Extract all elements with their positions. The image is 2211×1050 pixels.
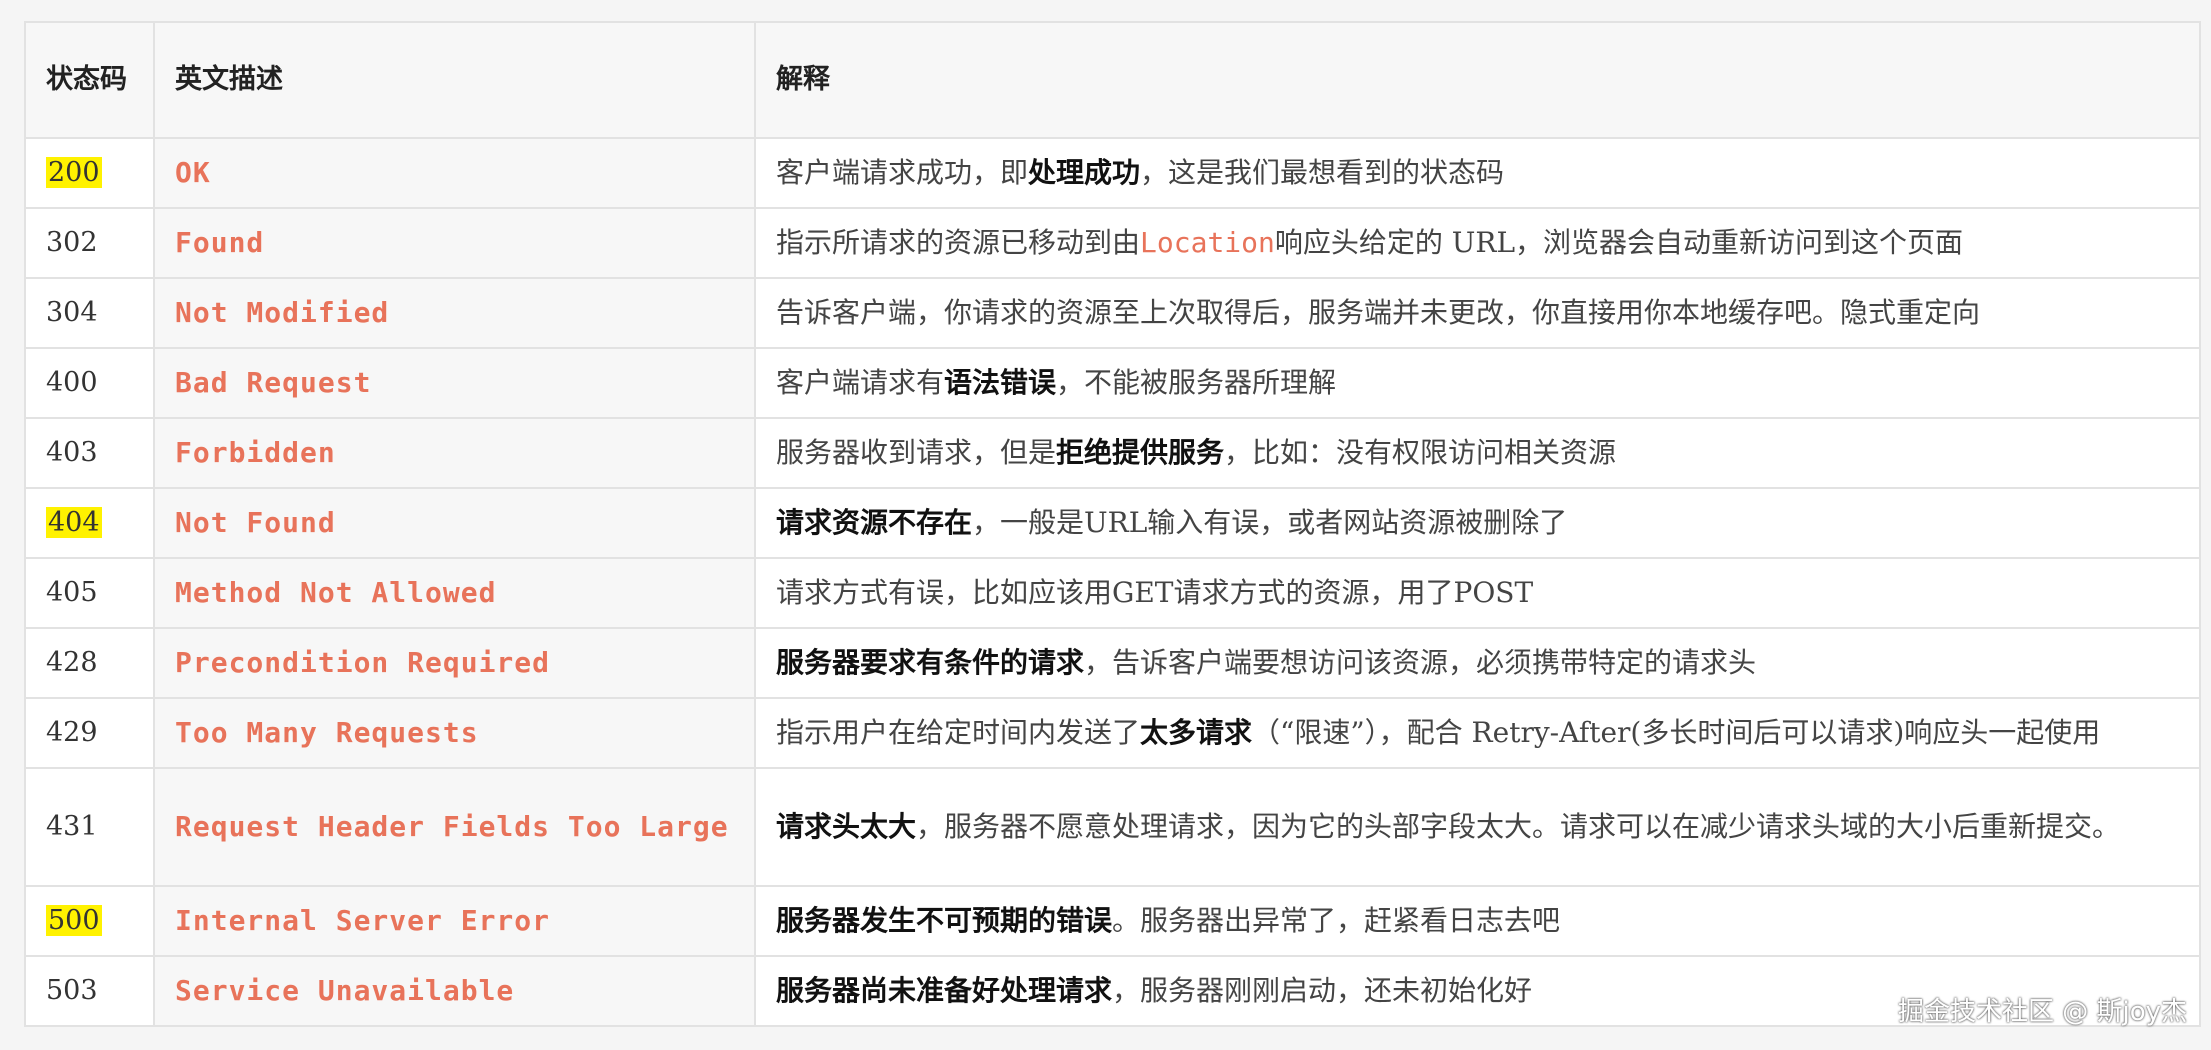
status-code-cell: 400 xyxy=(24,347,155,419)
english-description: Too Many Requests xyxy=(153,697,756,769)
table-row: 503 Service Unavailable 服务器尚未准备好处理请求，服务器刚刚… xyxy=(24,955,2201,1027)
table-row: 431 Request Header Fields Too Large 请求头太大，… xyxy=(24,767,2201,887)
table-row: 403 Forbidden 服务器收到请求，但是拒绝提供服务，比如：没有权限访问相关… xyxy=(24,417,2201,489)
explanation-emphasis: 处理成功 xyxy=(1028,155,1141,189)
explanation-emphasis: 服务器要求有条件的请求 xyxy=(776,645,1085,679)
status-code: 400 xyxy=(46,367,98,399)
status-code: 404 xyxy=(46,507,102,539)
explanation-cell: 客户端请求有语法错误，不能被服务器所理解 xyxy=(754,347,2201,419)
status-code: 428 xyxy=(46,647,98,679)
english-description: Request Header Fields Too Large xyxy=(153,767,756,887)
header-code: 状态码 xyxy=(24,21,155,139)
english-description: Method Not Allowed xyxy=(153,557,756,629)
explanation-cell: 服务器收到请求，但是拒绝提供服务，比如：没有权限访问相关资源 xyxy=(754,417,2201,489)
status-code: 429 xyxy=(46,717,98,749)
explanation-text: 客户端请求成功，即 xyxy=(776,155,1029,189)
explanation-text: 指示所请求的资源已移动到由 xyxy=(776,225,1141,259)
status-code-cell: 304 xyxy=(24,277,155,349)
explanation-text: 客户端请求有 xyxy=(776,365,945,399)
explanation-emphasis: 服务器发生不可预期的错误 xyxy=(776,903,1113,937)
status-code: 503 xyxy=(46,975,98,1007)
explanation-emphasis: 请求头太大 xyxy=(776,809,917,843)
table-header-row: 状态码 英文描述 解释 xyxy=(24,21,2201,139)
watermark: 掘金技术社区 @ 斯joy杰 xyxy=(1897,997,2187,1027)
table-row: 302 Found 指示所请求的资源已移动到由Location响应头给定的 URL，… xyxy=(24,207,2201,279)
table-row: 500 Internal Server Error 服务器发生不可预期的错误。服务器… xyxy=(24,885,2201,957)
explanation-cell: 请求方式有误，比如应该用GET请求方式的资源，用了POST xyxy=(754,557,2201,629)
explanation-code: Location xyxy=(1140,225,1275,259)
table-row: 404 Not Found 请求资源不存在，一般是URL输入有误，或者网站资源被删除… xyxy=(24,487,2201,559)
explanation-cell: 指示用户在给定时间内发送了太多请求（“限速”），配合 Retry-After(多… xyxy=(754,697,2201,769)
status-code-cell: 405 xyxy=(24,557,155,629)
explanation-cell: 告诉客户端，你请求的资源至上次取得后，服务端并未更改，你直接用你本地缓存吧。隐式… xyxy=(754,277,2201,349)
english-description: Forbidden xyxy=(153,417,756,489)
english-description: Precondition Required xyxy=(153,627,756,699)
explanation-text: ，比如：没有权限访问相关资源 xyxy=(1224,435,1617,469)
explanation-text: ，一般是URL输入有误，或者网站资源被删除了 xyxy=(972,505,1568,539)
english-description: Not Modified xyxy=(153,277,756,349)
explanation-text: 。服务器出异常了，赶紧看日志去吧 xyxy=(1112,903,1561,937)
explanation-emphasis: 服务器尚未准备好处理请求 xyxy=(776,973,1113,1007)
english-description: Internal Server Error xyxy=(153,885,756,957)
explanation-text: （“限速”），配合 Retry-After(多长时间后可以请求)响应头一起使用 xyxy=(1252,715,2101,749)
explanation-text: ，服务器不愿意处理请求，因为它的头部字段太大。请求可以在减少请求头域的大小后重新… xyxy=(916,809,2121,843)
table-row: 400 Bad Request 客户端请求有语法错误，不能被服务器所理解 xyxy=(24,347,2201,419)
english-description: Service Unavailable xyxy=(153,955,756,1027)
table-row: 405 Method Not Allowed 请求方式有误，比如应该用GET请求方式… xyxy=(24,557,2201,629)
status-code-cell: 431 xyxy=(24,767,155,887)
status-code-cell: 200 xyxy=(24,137,155,209)
explanation-cell: 客户端请求成功，即处理成功，这是我们最想看到的状态码 xyxy=(754,137,2201,209)
status-code-cell: 503 xyxy=(24,955,155,1027)
explanation-text: ，服务器刚刚启动，还未初始化好 xyxy=(1112,973,1533,1007)
table-row: 429 Too Many Requests 指示用户在给定时间内发送了太多请求（“限… xyxy=(24,697,2201,769)
explanation-text: 响应头给定的 URL，浏览器会自动重新访问到这个页面 xyxy=(1274,225,1964,259)
english-description: OK xyxy=(153,137,756,209)
explanation-text: 告诉客户端，你请求的资源至上次取得后，服务端并未更改，你直接用你本地缓存吧。隐式… xyxy=(776,295,1981,329)
table-row: 304 Not Modified 告诉客户端，你请求的资源至上次取得后，服务端并未更… xyxy=(24,277,2201,349)
explanation-emphasis: 请求资源不存在 xyxy=(776,505,973,539)
status-code: 302 xyxy=(46,227,98,259)
explanation-text: ，不能被服务器所理解 xyxy=(1056,365,1337,399)
status-code: 500 xyxy=(46,905,102,937)
status-code-cell: 403 xyxy=(24,417,155,489)
table-row: 428 Precondition Required 服务器要求有条件的请求，告诉客户… xyxy=(24,627,2201,699)
status-code-table: 状态码 英文描述 解释 200 OK 客户端请求成功，即处理成功，这是我们最想看到的… xyxy=(24,21,2201,1027)
explanation-emphasis: 太多请求 xyxy=(1140,715,1253,749)
status-code-cell: 302 xyxy=(24,207,155,279)
explanation-text: ，告诉客户端要想访问该资源，必须携带特定的请求头 xyxy=(1084,645,1757,679)
status-code-cell: 404 xyxy=(24,487,155,559)
explanation-cell: 请求头太大，服务器不愿意处理请求，因为它的头部字段太大。请求可以在减少请求头域的… xyxy=(754,767,2201,887)
english-description: Bad Request xyxy=(153,347,756,419)
status-code: 200 xyxy=(46,157,102,189)
explanation-text: 服务器收到请求，但是 xyxy=(776,435,1057,469)
header-explanation: 解释 xyxy=(754,21,2201,139)
status-code: 304 xyxy=(46,297,98,329)
status-code: 403 xyxy=(46,437,98,469)
status-code-cell: 428 xyxy=(24,627,155,699)
explanation-cell: 请求资源不存在，一般是URL输入有误，或者网站资源被删除了 xyxy=(754,487,2201,559)
explanation-emphasis: 语法错误 xyxy=(944,365,1057,399)
explanation-text: ，这是我们最想看到的状态码 xyxy=(1140,155,1505,189)
english-description: Found xyxy=(153,207,756,279)
explanation-emphasis: 拒绝提供服务 xyxy=(1056,435,1225,469)
explanation-cell: 服务器要求有条件的请求，告诉客户端要想访问该资源，必须携带特定的请求头 xyxy=(754,627,2201,699)
header-english-description: 英文描述 xyxy=(153,21,756,139)
explanation-text: 请求方式有误，比如应该用GET请求方式的资源，用了POST xyxy=(776,575,1534,609)
english-description: Not Found xyxy=(153,487,756,559)
explanation-cell: 服务器发生不可预期的错误。服务器出异常了，赶紧看日志去吧 xyxy=(754,885,2201,957)
status-code-cell: 500 xyxy=(24,885,155,957)
table-row: 200 OK 客户端请求成功，即处理成功，这是我们最想看到的状态码 xyxy=(24,137,2201,209)
explanation-cell: 指示所请求的资源已移动到由Location响应头给定的 URL，浏览器会自动重新… xyxy=(754,207,2201,279)
status-code: 431 xyxy=(46,811,98,843)
status-code: 405 xyxy=(46,577,98,609)
status-code-cell: 429 xyxy=(24,697,155,769)
explanation-text: 指示用户在给定时间内发送了 xyxy=(776,715,1141,749)
